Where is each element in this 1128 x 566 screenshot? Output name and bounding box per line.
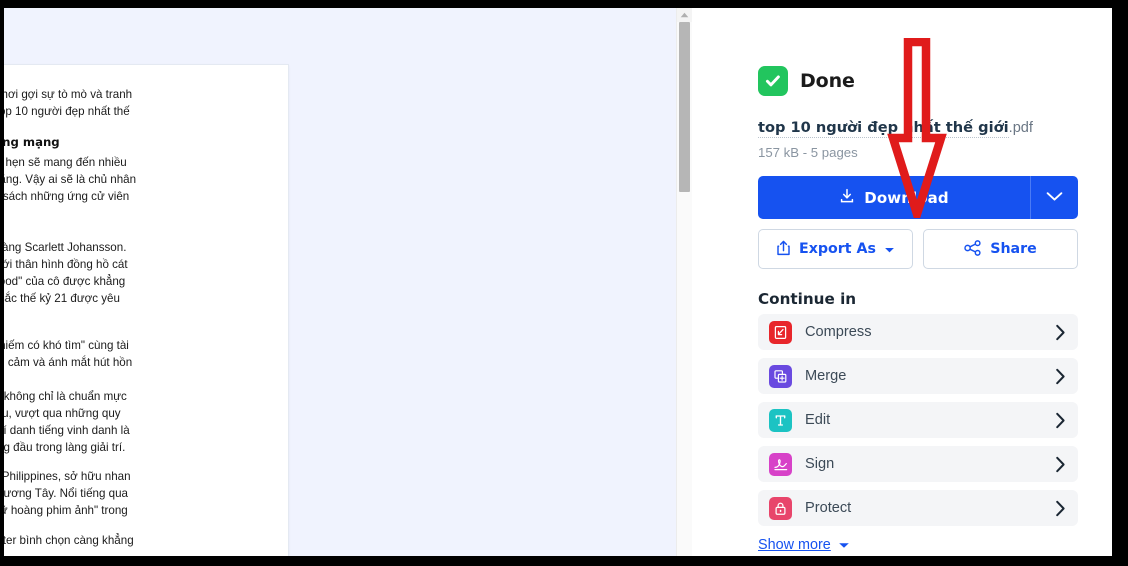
doc-paragraph: biểu tượng nhan sắc thế kỷ 21 được yêu [4, 291, 120, 305]
chevron-right-icon [1055, 456, 1066, 473]
check-icon [758, 66, 788, 96]
lock-icon [769, 496, 792, 520]
document-page: uôn là tâm điểm khơi gợi sự tò mò và tra… [4, 65, 288, 556]
doc-spacer [4, 308, 262, 321]
doc-spacer [4, 121, 262, 134]
export-icon [776, 240, 791, 259]
caret-down-icon [838, 536, 850, 554]
status-row: Done [758, 66, 1078, 96]
tool-label: Merge [805, 368, 847, 384]
chevron-down-icon [1046, 190, 1063, 205]
continue-in-title: Continue in [758, 290, 857, 308]
file-name-row: top 10 người đẹp nhất thế giới.pdf [758, 119, 1078, 138]
download-icon [839, 188, 855, 207]
download-dropdown-button[interactable] [1030, 176, 1078, 219]
doc-heading: ollywood [4, 223, 262, 240]
share-button[interactable]: Share [923, 229, 1078, 269]
caret-up-icon [680, 12, 689, 18]
export-as-label: Export As [799, 241, 876, 257]
chevron-right-icon [1055, 368, 1066, 385]
tool-row-sign[interactable]: Sign [758, 446, 1078, 482]
file-name: top 10 người đẹp nhất thế giới [758, 119, 1009, 138]
secondary-actions-row: Export As Share [758, 229, 1078, 269]
tool-label: Edit [805, 412, 831, 428]
doc-paragraph: hẳng định vị trí "nữ hoàng phim ảnh" tro… [4, 504, 128, 518]
doc-paragraph: iữ vững vị thế hàng đầu trong làng giải … [4, 440, 126, 454]
doc-paragraph: ng tôi khám phá top 10 người đẹp nhất th… [4, 104, 130, 118]
doc-paragraph: ở hữu nhan sắc "hiếm có khó tìm" cùng tà… [4, 339, 129, 353]
tool-row-edit[interactable]: Edit [758, 402, 1078, 438]
export-as-button[interactable]: Export As [758, 229, 913, 269]
doc-paragraph: g gợi cảm Hollywood" của cô được khẳng [4, 275, 126, 289]
doc-paragraph: lai" nổi tiếng nhất Philippines, sở hữu … [4, 470, 131, 484]
show-more-button[interactable]: Show more [758, 536, 850, 554]
tool-row-merge[interactable]: Merge [758, 358, 1078, 394]
doc-heading: y bão cộng đồng mạng [4, 134, 60, 149]
doc-paragraph: nhất thế giới" hứa hẹn sẽ mang đến nhiều [4, 156, 127, 170]
doc-paragraph: ic", Angelina Jolie không chỉ là chuẩn m… [4, 390, 127, 403]
tool-row-compress[interactable]: Compress [758, 314, 1078, 350]
doc-paragraph: oàn cầu. [4, 372, 262, 389]
chevron-right-icon [1055, 412, 1066, 429]
screenshot-root: uôn là tâm điểm khơi gợi sự tò mò và tra… [0, 0, 1128, 566]
share-label: Share [990, 241, 1037, 257]
doc-spacer [4, 456, 262, 469]
doc-paragraph: thế giới đó là cô nàng Scarlett Johansso… [4, 241, 127, 255]
tool-label: Sign [805, 456, 835, 472]
chevron-right-icon [1055, 324, 1066, 341]
scrollbar-up-button[interactable] [677, 8, 692, 22]
doc-paragraph: n sắc "đỉnh cao" với thân hình đồng hồ c… [4, 258, 128, 272]
show-more-label: Show more [758, 537, 831, 553]
preview-scrollbar[interactable] [676, 8, 692, 556]
tool-row-protect[interactable]: Protect [758, 490, 1078, 526]
doc-paragraph: và sự quyến rũ phương Tây. Nổi tiếng qua [4, 487, 128, 501]
download-button[interactable]: Download [758, 176, 1030, 219]
tool-label: Protect [805, 500, 852, 516]
download-button-label: Download [864, 188, 949, 207]
chevron-right-icon [1055, 500, 1066, 517]
status-label: Done [800, 70, 855, 92]
continue-in-list: Compress Merge Edit Sign Protect [758, 314, 1078, 526]
doc-paragraph: ật mới đầy tiềm năng. Vậy ai sẽ là chủ n… [4, 173, 137, 187]
edit-text-icon [769, 408, 792, 432]
doc-paragraph: uôn là tâm điểm khơi gợi sự tò mò và tra… [4, 88, 133, 101]
doc-paragraph: hác lạ, đôi môi gợi cảm và ánh mắt hút h… [4, 356, 133, 370]
file-extension: .pdf [1008, 120, 1033, 136]
download-button-group: Download [758, 176, 1078, 219]
scrollbar-thumb[interactable] [679, 22, 690, 192]
doc-spacer [4, 520, 262, 533]
share-icon [964, 239, 982, 259]
compress-icon [769, 320, 792, 344]
tool-label: Compress [805, 324, 872, 340]
doc-paragraph: n được các tạp chí danh tiếng vinh danh … [4, 423, 130, 437]
doc-heading: thời gian [4, 321, 262, 338]
action-panel: Done top 10 người đẹp nhất thế giới.pdf … [692, 8, 1112, 556]
doc-paragraph: nh hưởng toàn cầu, vượt qua những quy [4, 406, 121, 420]
browser-viewport: uôn là tâm điểm khơi gợi sự tò mò và tra… [4, 8, 1112, 556]
document-preview-pane[interactable]: uôn là tâm điểm khơi gợi sự tò mò và tra… [4, 8, 692, 556]
file-meta: 157 kB - 5 pages [758, 145, 858, 160]
sign-icon [769, 452, 792, 476]
doc-paragraph: o trang Starmometer bình chọn càng khẳng [4, 534, 134, 548]
caret-down-icon [884, 242, 895, 257]
doc-paragraph: t thế giới" 2024! [4, 206, 262, 223]
merge-icon [769, 364, 792, 388]
doc-paragraph: g khám phá danh sách những ứng cử viên [4, 190, 130, 204]
